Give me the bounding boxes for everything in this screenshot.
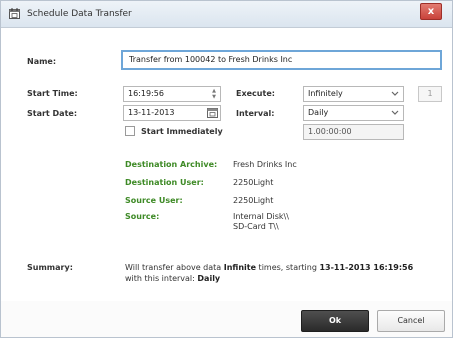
spin-down-icon[interactable]: ▼ — [209, 94, 219, 100]
destination-user-label: Destination User: — [125, 178, 204, 187]
start-immediately-checkbox[interactable] — [125, 126, 135, 136]
summary-times: Infinite — [223, 263, 257, 272]
ok-button[interactable]: Ok — [301, 310, 369, 332]
chevron-down-icon — [391, 91, 399, 96]
name-input-value: Transfer from 100042 to Fresh Drinks Inc — [129, 55, 293, 64]
close-button[interactable]: x — [420, 3, 442, 20]
time-spinner[interactable]: ▲ ▼ — [209, 88, 219, 100]
name-label: Name: — [27, 57, 57, 66]
summary-start: 13-11-2013 16:19:56 — [319, 263, 414, 272]
destination-archive-label: Destination Archive: — [125, 160, 218, 169]
source-value-1: Internal Disk\\ — [233, 212, 289, 221]
destination-user-value: 2250Light — [233, 178, 274, 187]
summary-label: Summary: — [27, 263, 73, 272]
interval-duration-input[interactable]: 1.00:00:00 — [303, 124, 404, 140]
interval-value: Daily — [308, 108, 329, 117]
button-bar: Ok Cancel — [1, 301, 452, 337]
summary-text: Will transfer above data Infinite times,… — [125, 262, 445, 284]
execute-select[interactable]: Infinitely — [303, 86, 404, 102]
start-date-value: 13-11-2013 — [128, 108, 175, 117]
start-date-input[interactable]: 13-11-2013 — [123, 105, 221, 121]
cancel-button[interactable]: Cancel — [377, 310, 445, 332]
summary-part-1: Will transfer above data — [125, 263, 224, 272]
interval-label: Interval: — [236, 109, 275, 118]
execute-label: Execute: — [236, 89, 275, 98]
start-time-value: 16:19:56 — [128, 89, 164, 98]
execute-count-input[interactable]: 1 — [418, 86, 442, 102]
start-time-input[interactable]: 16:19:56 ▲ ▼ — [123, 86, 221, 102]
destination-archive-value: Fresh Drinks Inc — [233, 160, 297, 169]
schedule-calendar-icon — [9, 8, 20, 19]
source-value-2: SD-Card T\\ — [233, 222, 279, 231]
summary-interval: Daily — [197, 274, 221, 283]
start-time-label: Start Time: — [27, 89, 78, 98]
execute-value: Infinitely — [308, 89, 343, 98]
source-user-value: 2250Light — [233, 196, 274, 205]
summary-part-3: with this interval: — [125, 274, 198, 283]
title-bar: Schedule Data Transfer x — [1, 1, 452, 28]
summary-part-2: times, starting — [256, 263, 320, 272]
window-title: Schedule Data Transfer — [27, 9, 132, 19]
interval-select[interactable]: Daily — [303, 105, 404, 121]
calendar-icon[interactable] — [207, 107, 218, 118]
source-label: Source: — [125, 212, 160, 221]
chevron-down-icon — [391, 110, 399, 115]
start-date-label: Start Date: — [27, 109, 78, 118]
schedule-dialog: Schedule Data Transfer x Name: Transfer … — [0, 0, 453, 338]
name-input[interactable]: Transfer from 100042 to Fresh Drinks Inc — [121, 50, 442, 70]
start-immediately-label: Start Immediately — [141, 127, 223, 136]
source-user-label: Source User: — [125, 196, 183, 205]
